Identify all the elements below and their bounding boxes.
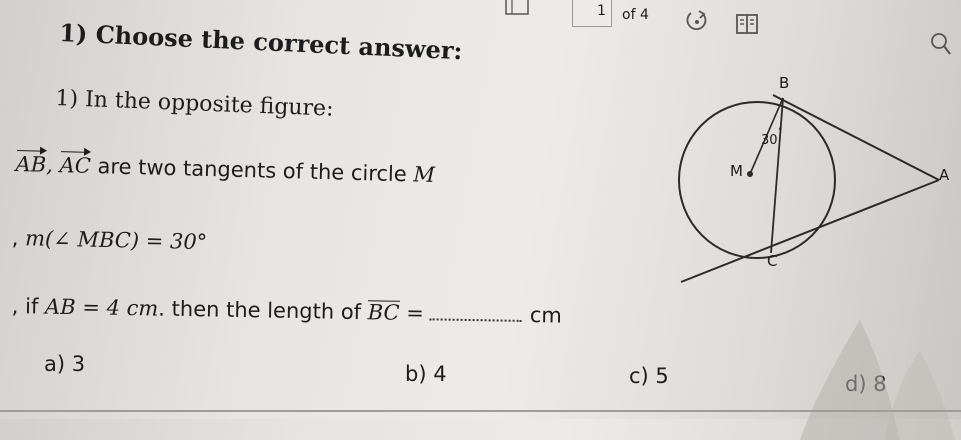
label-m: M <box>730 162 743 180</box>
line2-prefix: , <box>11 226 26 251</box>
circle-m <box>678 101 836 259</box>
option-c[interactable]: c) 5 <box>629 364 669 388</box>
page-number: 1 <box>597 3 606 19</box>
question-line-3: , if AB = 4 cm. then the length of BC = c… <box>12 294 563 328</box>
tangent-ac <box>680 179 940 283</box>
page-number-input[interactable] <box>572 0 612 27</box>
answer-blank[interactable] <box>429 317 522 322</box>
segment-bc: BC <box>367 300 400 325</box>
question-line-1: AB, AC are two tangents of the circle M <box>15 152 436 187</box>
tangent-text: are two tangents of the circle <box>90 153 414 187</box>
question-intro: 1) In the opposite figure: <box>55 86 334 122</box>
equals-sign: = <box>399 300 425 326</box>
label-c: C <box>767 252 777 270</box>
line3-prefix: , if <box>11 294 46 319</box>
label-angle: 30 <box>761 133 778 148</box>
label-a: A <box>939 166 950 184</box>
sidebar-toggle-icon[interactable] <box>504 0 530 22</box>
option-d[interactable]: d) 8 <box>845 372 887 396</box>
divider-line <box>0 410 961 412</box>
question-line-2: , m(∠ MBC) = 30° <box>11 226 207 254</box>
unit-label: cm <box>529 303 563 328</box>
rotate-icon[interactable] <box>684 8 710 38</box>
tangent-circle-figure: B A C M 30 ° <box>678 74 950 283</box>
angle-expression: m(∠ MBC) = 30° <box>24 226 208 255</box>
circle-name: M <box>413 162 436 187</box>
book-icon[interactable] <box>734 12 760 40</box>
given-expression: AB = 4 cm <box>44 294 159 321</box>
vector-ab: AB <box>15 152 47 177</box>
tangent-ab <box>772 94 940 181</box>
option-a[interactable]: a) 3 <box>44 352 85 376</box>
vector-ac: AC <box>59 153 92 178</box>
center-point <box>747 171 753 177</box>
degree-mark: ° <box>778 127 783 137</box>
photo-shadow <box>800 320 955 440</box>
line3-middle: . then the length of <box>158 296 368 325</box>
option-b[interactable]: b) 4 <box>405 362 447 386</box>
search-icon[interactable] <box>928 30 954 64</box>
page-total: of 4 <box>622 7 649 23</box>
label-b: B <box>779 74 789 92</box>
